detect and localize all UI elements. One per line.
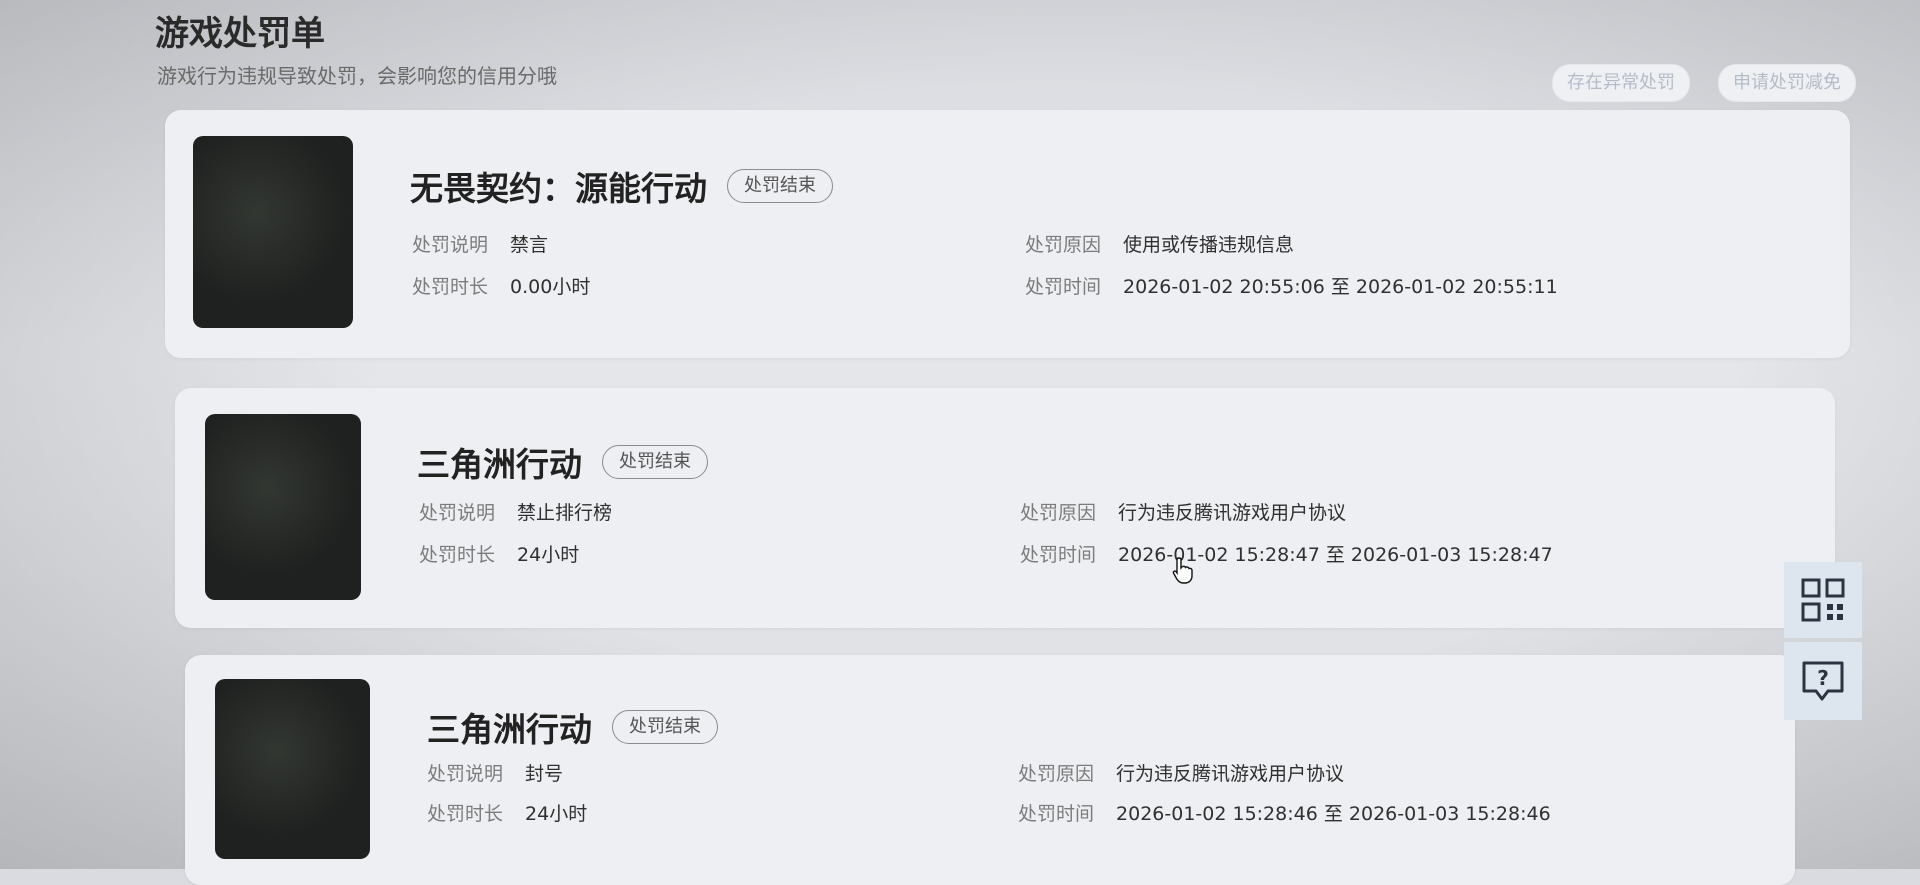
game-name: 无畏契约：源能行动	[410, 169, 707, 208]
penalty-desc-value: 封号	[525, 763, 564, 785]
qr-code-button[interactable]	[1784, 562, 1862, 638]
status-badge: 处罚结束	[602, 445, 708, 479]
penalty-duration-value: 24小时	[525, 803, 588, 825]
penalty-reason-label: 处罚原因	[1018, 763, 1095, 785]
penalty-duration-label: 处罚时长	[412, 276, 489, 298]
penalty-duration-value: 0.00小时	[510, 276, 591, 298]
penalty-time-label: 处罚时间	[1018, 803, 1095, 825]
penalty-time-value: 2026-01-02 15:28:46 至 2026-01-03 15:28:4…	[1116, 803, 1551, 825]
penalty-desc-value: 禁言	[510, 234, 549, 256]
penalty-duration-label: 处罚时长	[419, 544, 496, 566]
game-thumbnail	[193, 136, 353, 328]
penalty-reason-value: 使用或传播违规信息	[1123, 234, 1295, 256]
hand-cursor-icon	[1172, 557, 1193, 584]
penalty-desc-value: 禁止排行榜	[517, 502, 613, 524]
penalty-time-value: 2026-01-02 20:55:06 至 2026-01-02 20:55:1…	[1123, 276, 1558, 298]
penalty-desc-label: 处罚说明	[427, 763, 504, 785]
help-button[interactable]: ?	[1784, 642, 1862, 720]
penalty-reason-label: 处罚原因	[1025, 234, 1102, 256]
game-thumbnail	[215, 679, 370, 859]
penalty-duration-value: 24小时	[517, 544, 580, 566]
penalty-duration-label: 处罚时长	[427, 803, 504, 825]
svg-text:?: ?	[1817, 666, 1829, 690]
penalty-card[interactable]: 三角洲行动 处罚结束 处罚说明 禁止排行榜 处罚时长 24小时 处罚原因 行为违…	[175, 388, 1835, 628]
page-subtitle: 游戏行为违规导致处罚，会影响您的信用分哦	[157, 64, 557, 88]
status-badge: 处罚结束	[727, 169, 833, 203]
penalty-desc-label: 处罚说明	[419, 502, 496, 524]
penalty-desc-label: 处罚说明	[412, 234, 489, 256]
status-badge: 处罚结束	[612, 710, 718, 744]
penalty-card[interactable]: 三角洲行动 处罚结束 处罚说明 封号 处罚时长 24小时 处罚原因 行为违反腾讯…	[185, 655, 1795, 885]
game-name: 三角洲行动	[427, 710, 592, 749]
penalty-time-label: 处罚时间	[1025, 276, 1102, 298]
game-thumbnail	[205, 414, 361, 600]
report-abnormal-penalty-button[interactable]: 存在异常处罚	[1552, 64, 1690, 102]
penalty-reason-value: 行为违反腾讯游戏用户协议	[1118, 502, 1347, 524]
page-title: 游戏处罚单	[155, 14, 325, 54]
penalty-reason-value: 行为违反腾讯游戏用户协议	[1116, 763, 1345, 785]
qr-code-icon	[1801, 578, 1845, 622]
top-actions: 存在异常处罚 申请处罚减免	[1552, 64, 1856, 102]
help-chat-icon: ?	[1802, 661, 1844, 701]
penalty-card[interactable]: 无畏契约：源能行动 处罚结束 处罚说明 禁言 处罚时长 0.00小时 处罚原因 …	[165, 110, 1850, 358]
apply-penalty-reduction-button[interactable]: 申请处罚减免	[1718, 64, 1856, 102]
penalty-reason-label: 处罚原因	[1020, 502, 1097, 524]
penalty-time-label: 处罚时间	[1020, 544, 1097, 566]
game-name: 三角洲行动	[417, 445, 582, 484]
